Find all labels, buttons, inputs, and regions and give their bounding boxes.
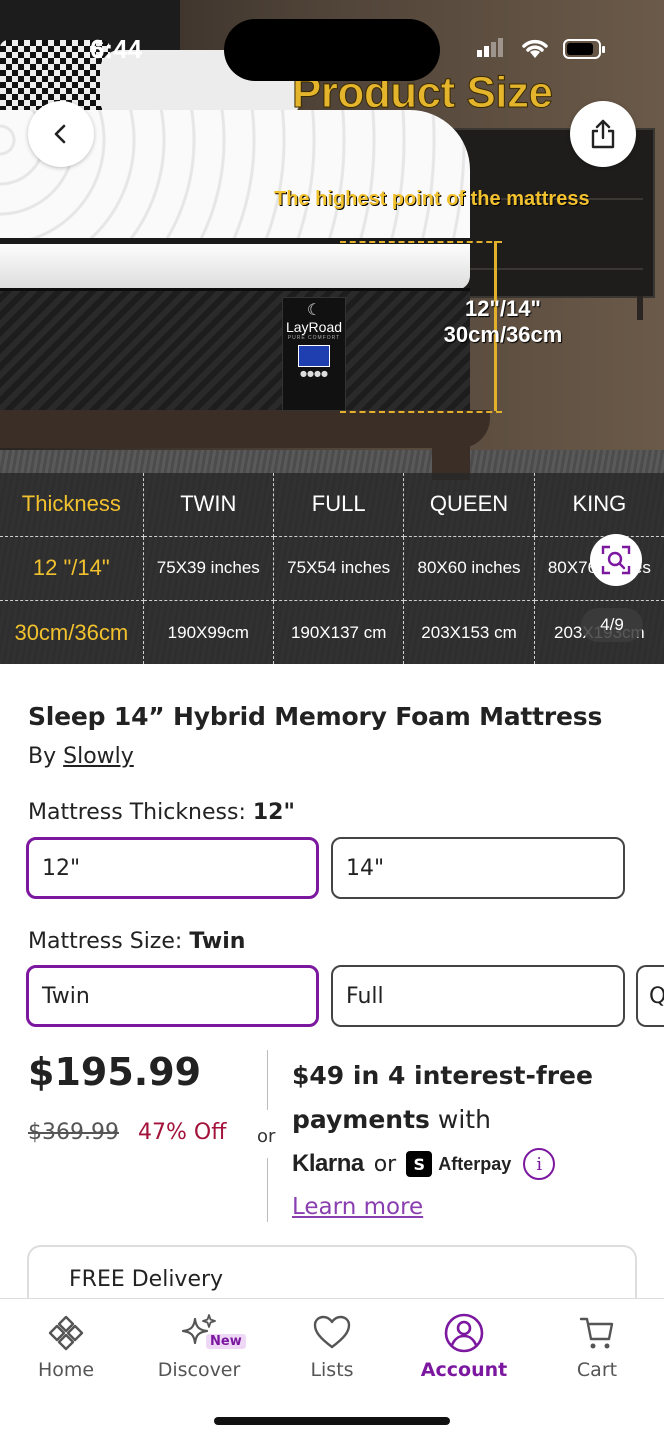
visual-search-button[interactable] — [590, 534, 642, 586]
option-label: 12" — [42, 855, 81, 881]
nav-label: Discover — [157, 1359, 241, 1381]
share-button[interactable] — [570, 101, 636, 167]
cellular-signal-icon — [477, 38, 505, 57]
option-label: Full — [346, 983, 384, 1009]
size-table-cell: FULL — [272, 473, 405, 537]
size-table-cell: 190X137 cm — [272, 600, 405, 664]
chevron-left-icon — [54, 124, 66, 144]
size-option-full[interactable]: Full — [331, 965, 625, 1027]
nav-account[interactable]: Account — [404, 1311, 524, 1381]
seller-link[interactable]: Slowly — [63, 744, 134, 769]
image-counter: 4/9 — [581, 608, 643, 642]
size-option-label: Mattress Size: Twin — [28, 929, 245, 954]
afterpay-icon: S — [406, 1151, 433, 1177]
size-table-cell: 75X39 inches — [142, 535, 274, 602]
size-table-cell: 203X153 cm — [403, 600, 535, 664]
share-icon — [591, 119, 615, 149]
size-table-cell: 80X60 inches — [403, 535, 535, 602]
installment-with: with — [437, 1105, 491, 1134]
payment-providers: Klarna or S Afterpay i — [292, 1148, 556, 1180]
battery-icon — [563, 39, 605, 59]
measure-line-top — [340, 241, 502, 243]
installment-payments: payments — [292, 1105, 430, 1134]
product-byline: By Slowly — [28, 744, 134, 769]
size-table-cell: 12 "/14" — [0, 535, 144, 602]
option-label: 14" — [346, 855, 385, 881]
afterpay-logo: Afterpay — [438, 1153, 512, 1174]
size-table-cell: TWIN — [142, 473, 274, 537]
size-table-cell: KING — [533, 473, 664, 537]
installment-amount: $49 in 4 interest-free — [292, 1061, 593, 1090]
image-nightstand-leg — [637, 296, 643, 320]
nav-label: Lists — [310, 1359, 354, 1381]
klarna-logo: Klarna — [292, 1150, 364, 1177]
size-selected-value: Twin — [189, 929, 246, 954]
home-indicator — [214, 1417, 450, 1425]
size-option-twin[interactable]: Twin — [26, 965, 319, 1027]
nav-lists[interactable]: Lists — [272, 1311, 392, 1381]
thickness-option-12[interactable]: 12" — [26, 837, 319, 899]
badge-logo-icon — [298, 345, 330, 367]
size-table-header-row: Thickness TWIN FULL QUEEN KING — [0, 473, 664, 537]
providers-or: or — [373, 1151, 397, 1177]
original-price: $369.99 — [28, 1120, 119, 1145]
thickness-selected-value: 12" — [252, 800, 295, 825]
size-table-row: 12 "/14" 75X39 inches 75X54 inches 80X60… — [0, 535, 664, 602]
byline-prefix: By — [28, 744, 57, 769]
current-price: $195.99 — [28, 1050, 202, 1094]
badge-certification-icons: ●●●● — [300, 369, 328, 378]
dynamic-island — [224, 19, 440, 81]
brand-label-badge: ☾ LayRoad PURE COMFORT ●●●● — [282, 297, 346, 411]
divider-bottom — [267, 1158, 268, 1222]
home-icon — [6, 1311, 126, 1355]
nav-label: Home — [37, 1359, 95, 1381]
wifi-icon — [520, 36, 550, 66]
thickness-label-text: Mattress Thickness: — [28, 800, 246, 825]
product-title: Sleep 14” Hybrid Memory Foam Mattress — [28, 702, 603, 731]
status-bar: 6:44 — [0, 0, 664, 100]
size-table-cell: QUEEN — [403, 473, 535, 537]
image-overlay-subtitle: The highest point of the mattress — [274, 188, 590, 210]
size-table-cell: 75X54 inches — [272, 535, 405, 602]
discount-percent: 47% Off — [138, 1120, 227, 1145]
option-label: Q — [649, 983, 664, 1009]
badge-brand: LayRoad — [285, 319, 343, 335]
heart-icon — [272, 1311, 392, 1355]
thickness-option-label: Mattress Thickness: 12" — [28, 800, 295, 825]
status-time: 6:44 — [90, 34, 143, 64]
size-table-cell: Thickness — [0, 473, 144, 537]
cart-icon — [537, 1311, 657, 1355]
nav-label: Account — [420, 1359, 508, 1381]
size-table-cell: 190X99cm — [142, 600, 274, 664]
price-or-separator: or — [257, 1126, 276, 1147]
image-mattress-base — [0, 288, 470, 414]
size-table: Thickness TWIN FULL QUEEN KING 12 "/14" … — [0, 473, 664, 664]
back-button[interactable] — [28, 101, 94, 167]
size-table-cell: 30cm/36cm — [0, 600, 144, 664]
image-mattress-band — [0, 238, 470, 290]
installment-text: $49 in 4 interest-free payments with — [292, 1054, 642, 1142]
info-icon[interactable]: i — [523, 1148, 556, 1180]
delivery-label: FREE Delivery — [69, 1267, 224, 1292]
size-table-row: 30cm/36cm 190X99cm 190X137 cm 203X153 cm… — [0, 600, 664, 664]
nav-cart[interactable]: Cart — [537, 1311, 657, 1381]
size-label-text: Mattress Size: — [28, 929, 183, 954]
learn-more-link[interactable]: Learn more — [292, 1194, 423, 1220]
dimension-inches: 12"/14" — [465, 296, 541, 321]
nav-label: Cart — [576, 1359, 618, 1381]
image-search-icon — [601, 545, 631, 575]
size-option-queen[interactable]: Q — [636, 965, 664, 1027]
account-icon — [404, 1311, 524, 1355]
image-overlay-dimension: 12"/14" 30cm/36cm — [418, 296, 588, 348]
option-label: Twin — [42, 983, 90, 1009]
image-bedframe — [0, 410, 490, 448]
new-badge: New — [206, 1334, 246, 1349]
nav-home[interactable]: Home — [6, 1311, 126, 1381]
measure-line-bottom — [340, 411, 502, 413]
thickness-option-14[interactable]: 14" — [331, 837, 625, 899]
dimension-cm: 30cm/36cm — [443, 322, 563, 347]
divider-top — [267, 1050, 268, 1110]
moon-icon: ☾ — [306, 300, 322, 319]
badge-tag: PURE COMFORT — [287, 335, 341, 341]
